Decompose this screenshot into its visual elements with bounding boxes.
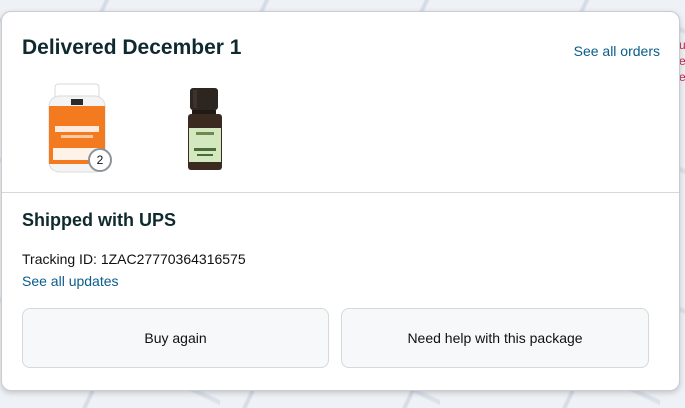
tracking-id: Tracking ID: 1ZAC27770364316575: [22, 251, 246, 267]
delivery-card: Delivered December 1 See all orders 2 Sh…: [1, 11, 680, 391]
carrier-heading: Shipped with UPS: [22, 210, 177, 230]
item-quantity-badge: 2: [88, 148, 112, 172]
package-help-button[interactable]: Need help with this package: [341, 308, 649, 368]
delivery-title: Delivered December 1: [22, 36, 242, 59]
product-thumbnail-essential-oil[interactable]: [184, 86, 230, 174]
buy-again-button[interactable]: Buy again: [22, 308, 329, 368]
see-all-updates-link[interactable]: See all updates: [22, 273, 119, 289]
delivery-section: Delivered December 1 See all orders 2: [2, 12, 679, 193]
shipment-section: Shipped with UPS Tracking ID: 1ZAC277703…: [2, 193, 679, 389]
essential-oil-bottle-icon: [188, 88, 222, 170]
see-all-orders-link[interactable]: See all orders: [574, 43, 660, 59]
